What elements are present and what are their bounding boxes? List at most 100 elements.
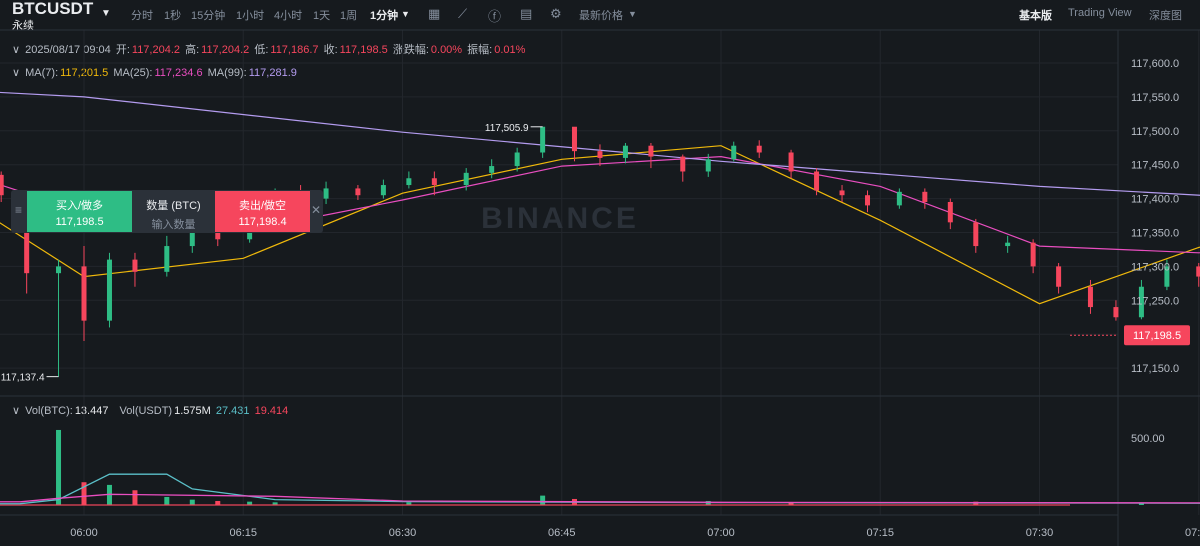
interval-time-sharing[interactable]: 分时 xyxy=(131,7,153,23)
candle xyxy=(1113,300,1119,321)
layout-icon[interactable]: ▤ xyxy=(520,6,532,22)
candle xyxy=(788,149,794,179)
ma25-label: MA(25): xyxy=(113,67,153,79)
volume-bar xyxy=(973,501,979,505)
candle xyxy=(756,140,762,158)
vol-usdt-value: 1.575M xyxy=(174,405,211,417)
candle xyxy=(731,141,737,162)
candle xyxy=(648,143,654,169)
candle-body xyxy=(597,151,603,158)
settings-icon[interactable]: ⚙ xyxy=(550,6,562,22)
indicator-icon[interactable]: ⓕ xyxy=(488,6,501,25)
price-chart[interactable]: BINANCE 117,600.0 117,550.0 117,500.0 117,4… xyxy=(0,0,1200,546)
vol-collapse-icon[interactable]: ∨ xyxy=(12,405,20,417)
candle xyxy=(380,179,386,199)
vol-usdt-label: Vol(USDT) xyxy=(119,405,173,417)
volume-bar xyxy=(215,500,221,505)
candle xyxy=(1030,239,1036,274)
candle-body xyxy=(380,185,386,196)
candle-body xyxy=(431,178,437,186)
volume-bars xyxy=(0,429,1144,506)
time-axis: 06:00 06:15 06:30 06:45 07:00 07:15 07:30 07:45… xyxy=(70,527,1200,539)
collapse-icon[interactable]: ∨ xyxy=(12,44,20,56)
quantity-placeholder[interactable]: 输入数量 xyxy=(132,216,215,232)
time-tick-label: 06:30 xyxy=(389,527,417,539)
interval-4h[interactable]: 4小时 xyxy=(274,7,302,23)
ma25-value: 117,234.6 xyxy=(154,67,203,79)
ma-info: ∨ MA(7): 117,201.5 MA(25): 117,234.6 MA(99… xyxy=(12,66,299,79)
candle xyxy=(622,143,628,164)
high-value: 117,204.2 xyxy=(201,44,250,56)
candle-body xyxy=(56,266,62,274)
volume-bar xyxy=(1138,502,1144,505)
candle-body xyxy=(106,259,112,321)
view-basic[interactable]: 基本版 xyxy=(1019,7,1052,23)
candle xyxy=(0,171,4,202)
candle-body xyxy=(731,145,737,160)
interval-1m-active[interactable]: 1分钟 xyxy=(370,7,398,23)
buy-price: 117,198.5 xyxy=(55,216,104,228)
price-type-select[interactable]: 最新价格 xyxy=(579,7,623,23)
candle-body xyxy=(571,126,577,152)
annotation-label-low: 117,137.4 xyxy=(1,373,45,384)
interval-dropdown-icon[interactable]: ▼ xyxy=(401,9,410,19)
volume-bar xyxy=(406,502,412,505)
price-tick-label: 117,500.0 xyxy=(1131,126,1179,138)
volume-tick-label: 500.00 xyxy=(1131,433,1165,445)
candles xyxy=(0,126,1200,377)
volume-bar xyxy=(705,500,711,505)
candle xyxy=(164,235,170,277)
time-tick-label: 07:45 xyxy=(1185,527,1200,539)
time-tick-label: 06:45 xyxy=(548,527,576,539)
candle xyxy=(406,171,412,189)
candle-body xyxy=(215,232,221,240)
interval-1w[interactable]: 1周 xyxy=(340,7,357,23)
candle-body xyxy=(1196,266,1200,277)
candle-body xyxy=(839,190,845,196)
symbol-dropdown-icon[interactable]: ▼ xyxy=(101,8,111,19)
candle-body xyxy=(540,126,546,153)
sell-price: 117,198.4 xyxy=(238,216,287,228)
calendar-icon[interactable]: ▦ xyxy=(428,6,440,22)
line-chart-icon[interactable]: ⟋ xyxy=(458,6,467,22)
time-tick-label: 07:15 xyxy=(866,527,894,539)
price-tick-label: 117,200.0 xyxy=(1131,329,1179,341)
price-axis: 117,600.0 117,550.0 117,500.0 117,450.0 117,… xyxy=(1070,58,1190,445)
candle-body xyxy=(463,172,469,186)
annotation-label-high: 117,505.9 xyxy=(485,123,529,134)
candle-body xyxy=(189,232,195,247)
interval-1h[interactable]: 1小时 xyxy=(236,7,264,23)
close-value: 117,198.5 xyxy=(339,44,388,56)
interval-1s[interactable]: 1秒 xyxy=(164,7,181,23)
time-tick-label: 07:00 xyxy=(707,527,735,539)
interval-1d[interactable]: 1天 xyxy=(313,7,330,23)
candle-body xyxy=(406,178,412,186)
volume-bar xyxy=(56,429,62,505)
candle xyxy=(705,153,711,177)
volume-bar xyxy=(106,484,112,505)
candle-body xyxy=(132,259,138,272)
candle-body xyxy=(896,191,902,206)
view-tradingview[interactable]: Trading View xyxy=(1068,7,1132,19)
price-type-dropdown-icon[interactable]: ▼ xyxy=(628,9,637,19)
price-tick-label: 117,550.0 xyxy=(1131,92,1179,104)
ma-collapse-icon[interactable]: ∨ xyxy=(12,67,20,79)
candle xyxy=(1056,263,1062,294)
watermark-text: BINANCE xyxy=(481,202,639,235)
buy-long-button[interactable]: 买入/做多 117,198.5 xyxy=(27,191,132,232)
volume-bar xyxy=(788,502,794,505)
candle-body xyxy=(355,188,361,196)
open-label: 开: xyxy=(115,44,130,56)
candle-body xyxy=(0,174,4,196)
candle-body xyxy=(865,195,871,206)
close-icon[interactable]: ✕ xyxy=(311,203,321,217)
quantity-field[interactable]: 数量 (BTC) 输入数量 xyxy=(132,191,215,232)
change-value: 0.00% xyxy=(430,44,463,56)
sell-short-button[interactable]: 卖出/做空 117,198.4 xyxy=(215,191,310,232)
candle-body xyxy=(81,266,87,321)
candle-body xyxy=(814,171,820,191)
view-depth[interactable]: 深度图 xyxy=(1149,7,1182,23)
drag-handle-icon[interactable]: ≡ xyxy=(15,203,22,217)
price-tick-label: 117,600.0 xyxy=(1131,58,1179,70)
interval-15m[interactable]: 15分钟 xyxy=(191,7,225,23)
